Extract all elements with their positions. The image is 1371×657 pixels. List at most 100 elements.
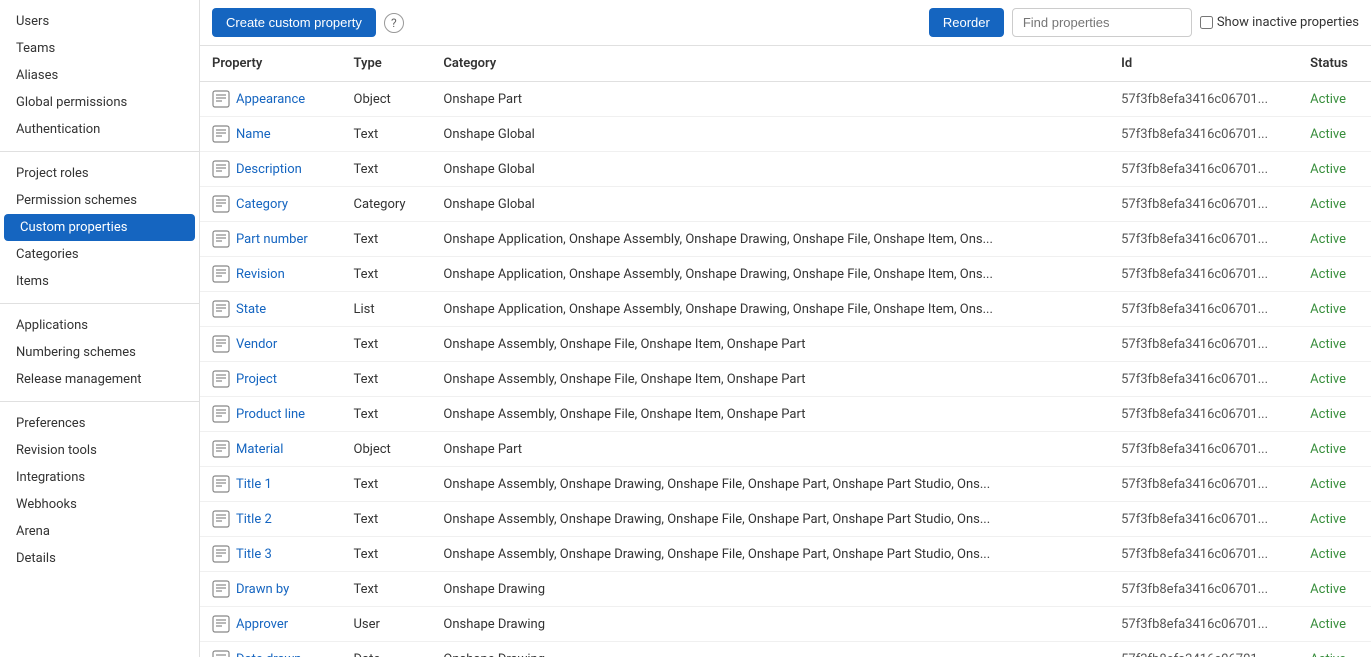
create-custom-property-button[interactable]: Create custom property [212, 8, 376, 37]
property-cell: Title 3 [200, 537, 342, 572]
property-cell: Description [200, 152, 342, 187]
property-icon [212, 300, 230, 318]
property-name: Appearance [236, 92, 305, 107]
property-link[interactable]: Name [200, 117, 342, 151]
table-row: MaterialObjectOnshape Part57f3fb8efa3416… [200, 432, 1371, 467]
property-link[interactable]: Project [200, 362, 342, 396]
property-name: Date drawn [236, 652, 301, 657]
property-cell: Appearance [200, 82, 342, 117]
status-cell: Active [1298, 397, 1371, 432]
category-cell: Onshape Assembly, Onshape Drawing, Onsha… [431, 537, 1109, 572]
property-icon [212, 615, 230, 633]
id-cell: 57f3fb8efa3416c06701... [1109, 362, 1298, 397]
sidebar-item-global-permissions[interactable]: Global permissions [0, 89, 199, 116]
category-cell: Onshape Global [431, 152, 1109, 187]
properties-table: Property Type Category Id Status Appeara… [200, 46, 1371, 657]
status-cell: Active [1298, 467, 1371, 502]
property-link[interactable]: Product line [200, 397, 342, 431]
properties-table-container: Property Type Category Id Status Appeara… [200, 46, 1371, 657]
property-cell: Date drawn [200, 642, 342, 657]
sidebar-item-custom-properties[interactable]: Custom properties [4, 214, 195, 241]
table-row: AppearanceObjectOnshape Part57f3fb8efa34… [200, 82, 1371, 117]
column-id: Id [1109, 46, 1298, 82]
sidebar-item-authentication[interactable]: Authentication [0, 116, 199, 143]
property-link[interactable]: Appearance [200, 82, 342, 116]
id-cell: 57f3fb8efa3416c06701... [1109, 82, 1298, 117]
type-cell: Text [342, 327, 432, 362]
table-row: Date drawnDateOnshape Drawing57f3fb8efa3… [200, 642, 1371, 657]
toolbar: Create custom property ? Reorder Show in… [200, 0, 1371, 46]
property-name: Category [236, 197, 288, 212]
sidebar-item-preferences[interactable]: Preferences [0, 410, 199, 437]
type-cell: Text [342, 222, 432, 257]
help-icon[interactable]: ? [384, 13, 404, 33]
sidebar-item-details[interactable]: Details [0, 545, 199, 572]
sidebar-item-permission-schemes[interactable]: Permission schemes [0, 187, 199, 214]
property-link[interactable]: State [200, 292, 342, 326]
property-link[interactable]: Drawn by [200, 572, 342, 606]
table-row: StateListOnshape Application, Onshape As… [200, 292, 1371, 327]
property-link[interactable]: Title 3 [200, 537, 342, 571]
property-link[interactable]: Part number [200, 222, 342, 256]
property-icon [212, 230, 230, 248]
table-row: Product lineTextOnshape Assembly, Onshap… [200, 397, 1371, 432]
show-inactive-label[interactable]: Show inactive properties [1200, 15, 1359, 30]
id-cell: 57f3fb8efa3416c06701... [1109, 432, 1298, 467]
column-category: Category [431, 46, 1109, 82]
sidebar-item-categories[interactable]: Categories [0, 241, 199, 268]
column-property: Property [200, 46, 342, 82]
sidebar-item-numbering-schemes[interactable]: Numbering schemes [0, 339, 199, 366]
property-link[interactable]: Revision [200, 257, 342, 291]
table-row: RevisionTextOnshape Application, Onshape… [200, 257, 1371, 292]
sidebar-item-integrations[interactable]: Integrations [0, 464, 199, 491]
category-cell: Onshape Assembly, Onshape Drawing, Onsha… [431, 467, 1109, 502]
table-row: Drawn byTextOnshape Drawing57f3fb8efa341… [200, 572, 1371, 607]
property-link[interactable]: Material [200, 432, 342, 466]
sidebar-divider [0, 401, 199, 402]
sidebar-item-revision-tools[interactable]: Revision tools [0, 437, 199, 464]
sidebar-item-project-roles[interactable]: Project roles [0, 160, 199, 187]
category-cell: Onshape Assembly, Onshape File, Onshape … [431, 397, 1109, 432]
sidebar: UsersTeamsAliasesGlobal permissionsAuthe… [0, 0, 200, 657]
sidebar-item-arena[interactable]: Arena [0, 518, 199, 545]
property-cell: Project [200, 362, 342, 397]
property-icon [212, 405, 230, 423]
type-cell: Text [342, 152, 432, 187]
sidebar-item-items[interactable]: Items [0, 268, 199, 295]
property-cell: State [200, 292, 342, 327]
table-row: CategoryCategoryOnshape Global57f3fb8efa… [200, 187, 1371, 222]
column-type: Type [342, 46, 432, 82]
sidebar-item-webhooks[interactable]: Webhooks [0, 491, 199, 518]
type-cell: List [342, 292, 432, 327]
property-link[interactable]: Date drawn [200, 642, 342, 657]
sidebar-item-release-management[interactable]: Release management [0, 366, 199, 393]
property-cell: Revision [200, 257, 342, 292]
category-cell: Onshape Global [431, 187, 1109, 222]
show-inactive-checkbox[interactable] [1200, 16, 1213, 29]
property-link[interactable]: Description [200, 152, 342, 186]
property-name: Product line [236, 407, 305, 422]
table-row: NameTextOnshape Global57f3fb8efa3416c067… [200, 117, 1371, 152]
property-link[interactable]: Approver [200, 607, 342, 641]
type-cell: Text [342, 362, 432, 397]
category-cell: Onshape Part [431, 432, 1109, 467]
status-cell: Active [1298, 117, 1371, 152]
type-cell: Category [342, 187, 432, 222]
property-cell: Drawn by [200, 572, 342, 607]
id-cell: 57f3fb8efa3416c06701... [1109, 222, 1298, 257]
id-cell: 57f3fb8efa3416c06701... [1109, 187, 1298, 222]
property-link[interactable]: Vendor [200, 327, 342, 361]
property-link[interactable]: Title 1 [200, 467, 342, 501]
status-cell: Active [1298, 537, 1371, 572]
table-row: Title 3TextOnshape Assembly, Onshape Dra… [200, 537, 1371, 572]
sidebar-item-aliases[interactable]: Aliases [0, 62, 199, 89]
sidebar-item-teams[interactable]: Teams [0, 35, 199, 62]
property-icon [212, 90, 230, 108]
property-link[interactable]: Title 2 [200, 502, 342, 536]
status-cell: Active [1298, 607, 1371, 642]
find-properties-input[interactable] [1012, 8, 1192, 37]
property-link[interactable]: Category [200, 187, 342, 221]
sidebar-item-applications[interactable]: Applications [0, 312, 199, 339]
reorder-button[interactable]: Reorder [929, 8, 1004, 37]
sidebar-item-users[interactable]: Users [0, 8, 199, 35]
